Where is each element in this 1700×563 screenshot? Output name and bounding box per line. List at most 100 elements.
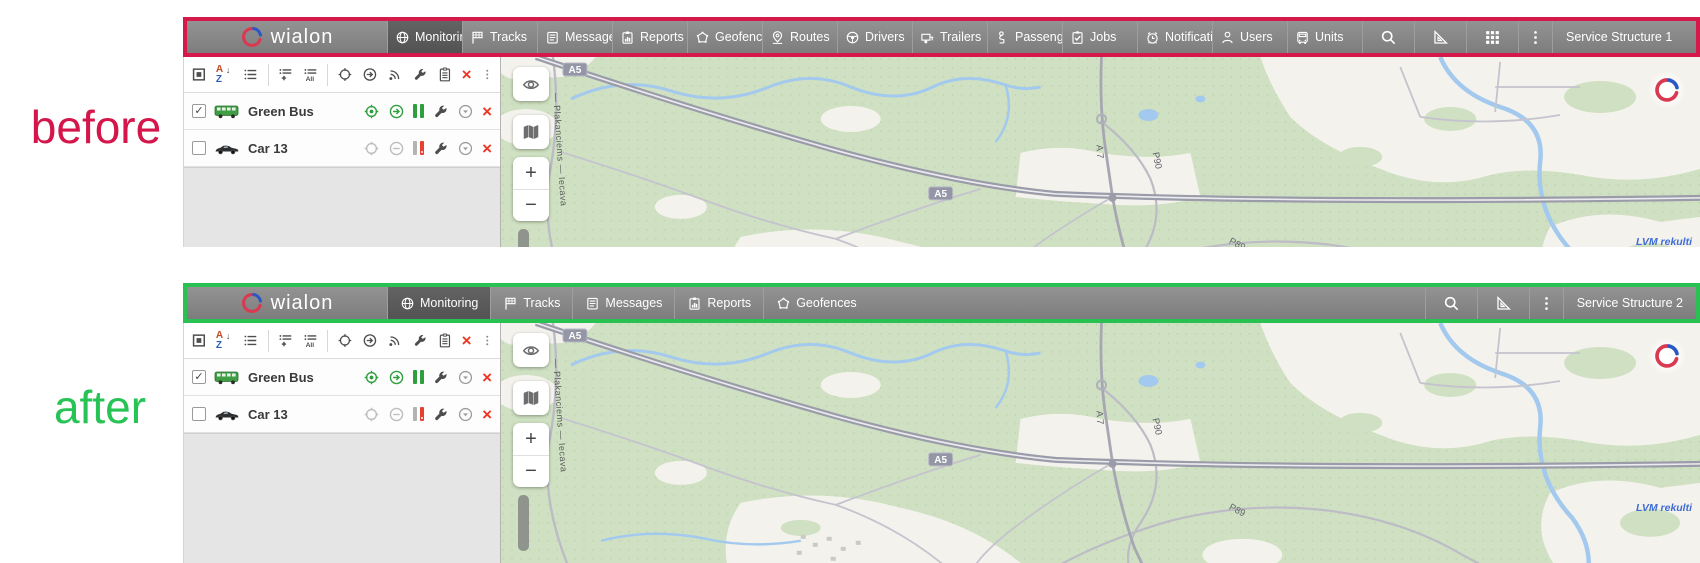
ruler-button[interactable] xyxy=(1414,21,1466,53)
visibility-eye-button[interactable] xyxy=(513,333,549,367)
clipboard-icon[interactable] xyxy=(437,65,453,84)
arrow-circle-icon[interactable] xyxy=(362,331,378,350)
wrench-icon[interactable] xyxy=(412,65,428,84)
search-button[interactable] xyxy=(1425,287,1477,319)
tab-trailers[interactable]: Trailers xyxy=(912,21,987,53)
caret-dropdown-icon[interactable] xyxy=(457,140,474,157)
unit-checkbox[interactable] xyxy=(192,141,206,155)
wrench-icon[interactable] xyxy=(432,406,449,423)
clipboard-icon[interactable] xyxy=(437,331,453,350)
tab-messages[interactable]: Messages xyxy=(537,21,612,53)
list-all-icon[interactable] xyxy=(303,331,319,350)
monitoring-panel: A ↓ Z × ✓ Green Bus xyxy=(183,57,500,247)
caret-dropdown-icon[interactable] xyxy=(457,369,474,386)
map-viewport[interactable]: A5 A5 A 7 P90 P89 — Plakanciems — Iecava… xyxy=(501,57,1700,247)
apps-grid-button[interactable] xyxy=(1466,21,1518,53)
zoom-slider[interactable] xyxy=(518,229,529,247)
caret-dropdown-icon[interactable] xyxy=(457,103,474,120)
unit-row-car-13[interactable]: Car 13 × xyxy=(184,130,500,167)
kebab-icon[interactable] xyxy=(481,67,494,82)
delete-x-icon[interactable]: × xyxy=(462,332,472,349)
signal-icon[interactable] xyxy=(387,331,403,350)
tab-messages[interactable]: Messages xyxy=(572,287,674,319)
unit-row-green-bus[interactable]: ✓ Green Bus × xyxy=(184,359,500,396)
unit-checkbox[interactable] xyxy=(192,407,206,421)
list-add-icon[interactable] xyxy=(278,331,294,350)
unit-row-car-13[interactable]: Car 13 × xyxy=(184,396,500,433)
caret-dropdown-icon[interactable] xyxy=(457,406,474,423)
target-icon[interactable] xyxy=(337,65,353,84)
service-structure-label[interactable]: Service Structure 1 xyxy=(1552,21,1696,53)
target-icon[interactable] xyxy=(363,103,380,120)
delete-x-icon[interactable]: × xyxy=(482,406,492,423)
unit-row-green-bus[interactable]: ✓ Green Bus × xyxy=(184,93,500,130)
tab-users[interactable]: Users xyxy=(1212,21,1287,53)
wrench-icon[interactable] xyxy=(432,140,449,157)
minus-circle-icon[interactable] xyxy=(388,140,405,157)
sort-az-icon[interactable]: A ↓ Z xyxy=(216,331,234,351)
wrench-icon[interactable] xyxy=(412,331,428,350)
map-source-button[interactable] xyxy=(513,381,549,415)
map-source-button[interactable] xyxy=(513,115,549,149)
kebab-icon[interactable] xyxy=(481,333,494,348)
zoom-in-button[interactable]: + xyxy=(513,423,549,455)
zoom-slider[interactable] xyxy=(518,495,529,551)
tab-reports[interactable]: Reports xyxy=(674,287,763,319)
tab-units[interactable]: Units xyxy=(1287,21,1362,53)
tab-label: Passengers xyxy=(1015,30,1062,44)
target-icon[interactable] xyxy=(363,406,380,423)
minus-circle-icon[interactable] xyxy=(388,406,405,423)
ruler-icon xyxy=(1432,29,1449,46)
tab-tracks[interactable]: Tracks xyxy=(490,287,572,319)
service-structure-label[interactable]: Service Structure 2 xyxy=(1563,287,1696,319)
arrow-circle-icon[interactable] xyxy=(388,103,405,120)
zoom-out-button[interactable]: − xyxy=(513,189,549,221)
zoom-controls: + − xyxy=(513,423,549,487)
visibility-eye-button[interactable] xyxy=(513,67,549,101)
road-badge-a5-top: A5 xyxy=(563,63,587,76)
signal-icon[interactable] xyxy=(387,65,403,84)
wrench-icon[interactable] xyxy=(432,103,449,120)
wrench-icon[interactable] xyxy=(432,369,449,386)
more-menu-button[interactable] xyxy=(1529,287,1563,319)
tab-geofences[interactable]: Geofences xyxy=(687,21,762,53)
tab-geofences[interactable]: Geofences xyxy=(763,287,868,319)
delete-x-icon[interactable]: × xyxy=(482,140,492,157)
search-button[interactable] xyxy=(1362,21,1414,53)
select-all-icon[interactable] xyxy=(191,331,207,350)
map-area[interactable]: A5 A5 A 7 P90 P89 — Plakanciems — Iecava… xyxy=(500,323,1700,563)
tab-jobs[interactable]: Jobs xyxy=(1062,21,1137,53)
list-add-icon[interactable] xyxy=(278,65,294,84)
delete-x-icon[interactable]: × xyxy=(462,66,472,83)
arrow-circle-icon[interactable] xyxy=(388,369,405,386)
zoom-in-button[interactable]: + xyxy=(513,157,549,189)
list-icon[interactable] xyxy=(243,331,259,350)
tab-notifications[interactable]: Notifications xyxy=(1137,21,1212,53)
delete-x-icon[interactable]: × xyxy=(482,369,492,386)
target-icon[interactable] xyxy=(337,331,353,350)
target-icon[interactable] xyxy=(363,369,380,386)
wialon-logo[interactable]: wialon xyxy=(187,287,387,319)
unit-checkbox[interactable]: ✓ xyxy=(192,104,206,118)
more-menu-button[interactable] xyxy=(1518,21,1552,53)
ruler-button[interactable] xyxy=(1477,287,1529,319)
tab-passengers[interactable]: Passengers xyxy=(987,21,1062,53)
map-area[interactable]: A5 A5 A 7 P90 P89 — Plakanciems — Iecava… xyxy=(500,57,1700,247)
list-icon[interactable] xyxy=(243,65,259,84)
tab-routes[interactable]: Routes xyxy=(762,21,837,53)
zoom-out-button[interactable]: − xyxy=(513,455,549,487)
tab-monitoring[interactable]: Monitoring xyxy=(387,21,462,53)
tab-monitoring[interactable]: Monitoring xyxy=(387,287,490,319)
sort-az-icon[interactable]: A ↓ Z xyxy=(216,65,234,85)
delete-x-icon[interactable]: × xyxy=(482,103,492,120)
wialon-logo[interactable]: wialon xyxy=(187,21,387,53)
unit-checkbox[interactable]: ✓ xyxy=(192,370,206,384)
tab-tracks[interactable]: Tracks xyxy=(462,21,537,53)
target-icon[interactable] xyxy=(363,140,380,157)
tab-reports[interactable]: Reports xyxy=(612,21,687,53)
arrow-circle-icon[interactable] xyxy=(362,65,378,84)
select-all-icon[interactable] xyxy=(191,65,207,84)
list-all-icon[interactable] xyxy=(303,65,319,84)
map-viewport[interactable]: A5 A5 A 7 P90 P89 — Plakanciems — Iecava… xyxy=(501,323,1700,563)
tab-drivers[interactable]: Drivers xyxy=(837,21,912,53)
